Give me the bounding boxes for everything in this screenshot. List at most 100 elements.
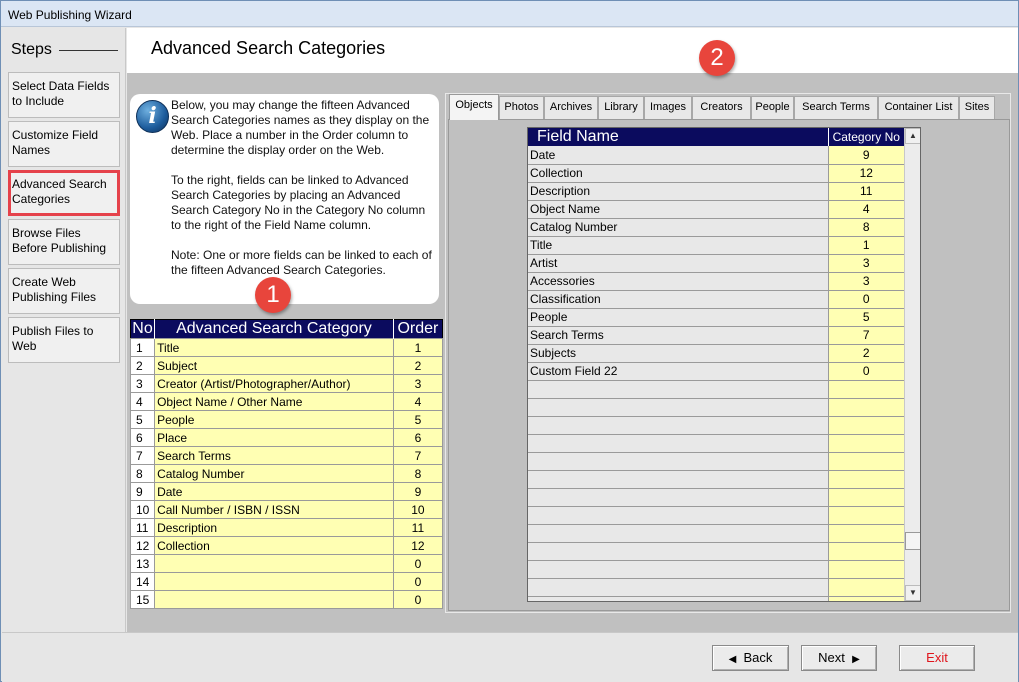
step-advanced-search-categories[interactable]: Advanced Search Categories — [8, 170, 120, 216]
category-name-cell[interactable]: Call Number / ISBN / ISSN — [154, 500, 394, 519]
category-no-cell[interactable]: 0 — [828, 362, 904, 381]
category-no-cell[interactable]: 1 — [828, 236, 904, 255]
category-order-cell[interactable]: 0 — [392, 572, 444, 591]
field-name-cell: Collection — [528, 164, 829, 183]
category-order-cell[interactable]: 2 — [392, 356, 444, 375]
category-no-cell: 6 — [129, 428, 156, 447]
category-no-cell[interactable] — [828, 434, 904, 453]
field-row: Subjects 2 — [528, 344, 904, 363]
category-row: 3 Creator (Artist/Photographer/Author) 3 — [129, 374, 444, 393]
field-name-cell: Catalog Number — [528, 218, 829, 237]
tab-sites[interactable]: Sites — [959, 96, 995, 119]
category-name-cell[interactable]: People — [154, 410, 394, 429]
category-no-cell[interactable] — [828, 524, 904, 543]
category-name-cell[interactable]: Description — [154, 518, 394, 537]
category-no-cell: 5 — [129, 410, 156, 429]
fields-grid[interactable]: Field Name Category No Date 9 Collection 12… — [527, 127, 921, 602]
next-button[interactable]: Next ▶ — [801, 645, 877, 671]
category-no-cell[interactable]: 7 — [828, 326, 904, 345]
category-no-cell[interactable]: 8 — [828, 218, 904, 237]
step-browse-files[interactable]: Browse Files Before Publishing — [8, 219, 120, 265]
tab-archives[interactable]: Archives — [544, 96, 598, 119]
category-row: 10 Call Number / ISBN / ISSN 10 — [129, 500, 444, 519]
category-no-cell[interactable]: 9 — [828, 146, 904, 165]
category-no-cell[interactable] — [828, 596, 904, 601]
field-name-cell — [528, 398, 829, 417]
category-name-cell[interactable] — [154, 572, 394, 591]
field-name-cell — [528, 452, 829, 471]
category-name-cell[interactable]: Search Terms — [154, 446, 394, 465]
category-order-cell[interactable]: 7 — [392, 446, 444, 465]
category-order-cell[interactable]: 0 — [392, 554, 444, 573]
category-no-cell[interactable] — [828, 398, 904, 417]
step-publish-files[interactable]: Publish Files to Web — [8, 317, 120, 363]
category-no-cell[interactable]: 12 — [828, 164, 904, 183]
category-order-cell[interactable]: 3 — [392, 374, 444, 393]
empty-field-row — [528, 542, 904, 561]
scroll-thumb[interactable] — [905, 532, 920, 550]
vertical-scrollbar[interactable]: ▲ ▼ — [904, 128, 920, 601]
category-order-cell[interactable]: 6 — [392, 428, 444, 447]
category-no-cell[interactable]: 3 — [828, 254, 904, 273]
step-create-web-files[interactable]: Create Web Publishing Files — [8, 268, 120, 314]
category-order-cell[interactable]: 0 — [392, 590, 444, 609]
categories-header-row: No Advanced Search Category Order — [130, 319, 443, 339]
exit-button[interactable]: Exit — [899, 645, 975, 671]
category-no-cell[interactable]: 5 — [828, 308, 904, 327]
scroll-up-icon[interactable]: ▲ — [905, 128, 920, 144]
scroll-down-icon[interactable]: ▼ — [905, 585, 920, 601]
category-name-cell[interactable]: Creator (Artist/Photographer/Author) — [154, 374, 394, 393]
tab-container-list[interactable]: Container List — [878, 96, 959, 119]
category-name-cell[interactable]: Collection — [154, 536, 394, 555]
category-name-cell[interactable]: Object Name / Other Name — [154, 392, 394, 411]
category-name-cell[interactable]: Place — [154, 428, 394, 447]
category-order-cell[interactable]: 1 — [392, 338, 444, 357]
category-no-cell[interactable]: 4 — [828, 200, 904, 219]
field-name-cell: Artist — [528, 254, 829, 273]
category-no-cell[interactable] — [828, 452, 904, 471]
category-no-cell[interactable] — [828, 506, 904, 525]
field-row: Classification 0 — [528, 290, 904, 309]
category-name-cell[interactable] — [154, 590, 394, 609]
tab-images[interactable]: Images — [644, 96, 692, 119]
category-order-cell[interactable]: 4 — [392, 392, 444, 411]
category-order-cell[interactable]: 5 — [392, 410, 444, 429]
category-order-cell[interactable]: 12 — [392, 536, 444, 555]
tab-objects[interactable]: Objects — [449, 94, 499, 120]
category-name-cell[interactable]: Title — [154, 338, 394, 357]
category-no-cell[interactable] — [828, 470, 904, 489]
info-icon: i — [136, 100, 169, 133]
category-no-cell[interactable] — [828, 578, 904, 597]
category-name-cell[interactable]: Date — [154, 482, 394, 501]
category-no-cell[interactable]: 2 — [828, 344, 904, 363]
field-name-cell — [528, 470, 829, 489]
tab-people[interactable]: People — [751, 96, 794, 119]
category-order-cell[interactable]: 9 — [392, 482, 444, 501]
tab-library[interactable]: Library — [598, 96, 644, 119]
category-row: 6 Place 6 — [129, 428, 444, 447]
field-row: Date 9 — [528, 146, 904, 165]
category-order-cell[interactable]: 11 — [392, 518, 444, 537]
category-no-cell[interactable]: 0 — [828, 290, 904, 309]
category-name-cell[interactable] — [154, 554, 394, 573]
category-no-cell[interactable]: 3 — [828, 272, 904, 291]
categories-table: No Advanced Search Category Order 1 Title… — [129, 319, 444, 609]
category-no-cell: 7 — [129, 446, 156, 465]
category-order-cell[interactable]: 8 — [392, 464, 444, 483]
category-no-cell[interactable] — [828, 488, 904, 507]
category-order-cell[interactable]: 10 — [392, 500, 444, 519]
category-no-cell[interactable] — [828, 560, 904, 579]
category-no-cell[interactable] — [828, 416, 904, 435]
category-no-cell: 12 — [129, 536, 156, 555]
tab-photos[interactable]: Photos — [499, 96, 544, 119]
back-button[interactable]: ◀ Back — [712, 645, 789, 671]
category-no-cell[interactable] — [828, 380, 904, 399]
category-no-cell[interactable] — [828, 542, 904, 561]
step-customize-field-names[interactable]: Customize Field Names — [8, 121, 120, 167]
category-name-cell[interactable]: Catalog Number — [154, 464, 394, 483]
category-no-cell[interactable]: 11 — [828, 182, 904, 201]
category-name-cell[interactable]: Subject — [154, 356, 394, 375]
tab-creators[interactable]: Creators — [692, 96, 751, 119]
tab-search-terms[interactable]: Search Terms — [794, 96, 878, 119]
step-select-data-fields[interactable]: Select Data Fields to Include — [8, 72, 120, 118]
